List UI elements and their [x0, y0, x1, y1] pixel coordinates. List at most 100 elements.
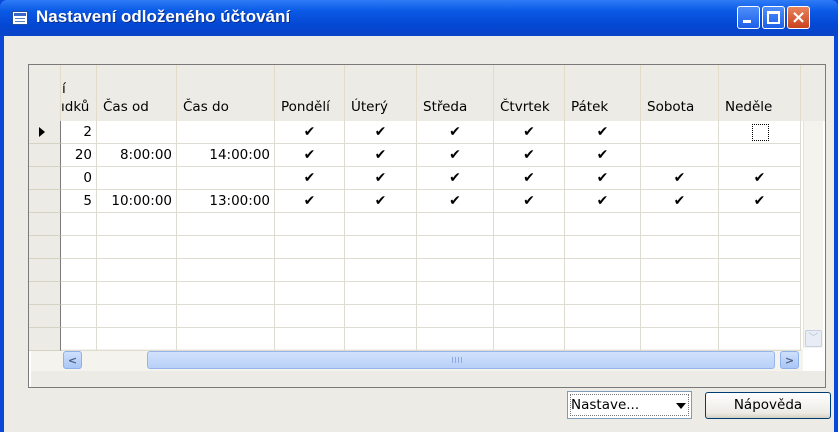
cell-wed[interactable]: [417, 328, 494, 351]
cell-tue[interactable]: [345, 282, 417, 305]
cell-wed[interactable]: ✔: [417, 121, 494, 144]
cell-time_from[interactable]: [97, 121, 177, 144]
cell-thu[interactable]: ✔: [494, 190, 565, 213]
cell-thu[interactable]: ✔: [494, 121, 565, 144]
minimize-button[interactable]: [737, 6, 760, 29]
cell-thu[interactable]: [494, 305, 565, 328]
cell-time_from[interactable]: [97, 167, 177, 190]
maximize-button[interactable]: [762, 6, 785, 29]
cell-time_to[interactable]: [177, 167, 275, 190]
cell-time_from[interactable]: [97, 213, 177, 236]
column-header-thu[interactable]: Čtvrtek: [494, 65, 565, 121]
scroll-down-icon[interactable]: ﹀: [805, 330, 822, 347]
cell-fri[interactable]: ✔: [565, 190, 641, 213]
cell-mon[interactable]: [275, 282, 345, 305]
cell-sat[interactable]: [641, 328, 719, 351]
cell-rows[interactable]: 5: [61, 190, 97, 213]
cell-time_to[interactable]: [177, 236, 275, 259]
cell-rows[interactable]: 20: [61, 144, 97, 167]
cell-thu[interactable]: [494, 213, 565, 236]
cell-rows[interactable]: [61, 259, 97, 282]
cell-sun[interactable]: [719, 328, 801, 351]
cell-thu[interactable]: [494, 328, 565, 351]
column-header-sun[interactable]: Neděle: [719, 65, 801, 121]
cell-fri[interactable]: [565, 259, 641, 282]
cell-sat[interactable]: [641, 259, 719, 282]
row-selector[interactable]: [29, 190, 61, 213]
cell-fri[interactable]: [565, 213, 641, 236]
cell-tue[interactable]: [345, 259, 417, 282]
cell-sat[interactable]: [641, 305, 719, 328]
cell-fri[interactable]: ✔: [565, 144, 641, 167]
cell-mon[interactable]: ✔: [275, 121, 345, 144]
cell-sat[interactable]: ✔: [641, 190, 719, 213]
scroll-left-button[interactable]: <: [63, 351, 82, 369]
vertical-scrollbar[interactable]: ︿ ﹀: [803, 88, 823, 348]
cell-tue[interactable]: [345, 213, 417, 236]
column-header-time_from[interactable]: Čas od: [97, 65, 177, 121]
cell-sun[interactable]: [719, 213, 801, 236]
cell-time_to[interactable]: [177, 328, 275, 351]
row-selector[interactable]: [29, 167, 61, 190]
cell-fri[interactable]: [565, 282, 641, 305]
cell-sun[interactable]: ✔: [719, 190, 801, 213]
cell-wed[interactable]: [417, 236, 494, 259]
cell-tue[interactable]: [345, 236, 417, 259]
title-bar[interactable]: Nastavení odloženého účtování ×: [0, 0, 838, 36]
cell-mon[interactable]: [275, 259, 345, 282]
cell-sun[interactable]: [719, 144, 801, 167]
column-header-rows[interactable]: í ıdků: [61, 65, 97, 121]
cell-time_to[interactable]: [177, 282, 275, 305]
cell-rows[interactable]: 2: [61, 121, 97, 144]
cell-mon[interactable]: ✔: [275, 190, 345, 213]
cell-thu[interactable]: [494, 259, 565, 282]
cell-wed[interactable]: ✔: [417, 144, 494, 167]
cell-tue[interactable]: ✔: [345, 144, 417, 167]
cell-time_to[interactable]: [177, 121, 275, 144]
cell-tue[interactable]: ✔: [345, 167, 417, 190]
cell-sat[interactable]: [641, 144, 719, 167]
cell-fri[interactable]: [565, 236, 641, 259]
row-selector[interactable]: [29, 282, 61, 305]
cell-mon[interactable]: [275, 213, 345, 236]
cell-time_from[interactable]: [97, 236, 177, 259]
cell-time_from[interactable]: 8:00:00: [97, 144, 177, 167]
row-selector[interactable]: [29, 236, 61, 259]
cell-rows[interactable]: 0: [61, 167, 97, 190]
cell-wed[interactable]: [417, 259, 494, 282]
cell-tue[interactable]: [345, 328, 417, 351]
cell-sun[interactable]: [719, 121, 801, 144]
cell-sat[interactable]: [641, 236, 719, 259]
cell-thu[interactable]: ✔: [494, 167, 565, 190]
cell-time_from[interactable]: [97, 305, 177, 328]
cell-time_to[interactable]: [177, 213, 275, 236]
close-button[interactable]: ×: [787, 6, 810, 29]
cell-wed[interactable]: ✔: [417, 190, 494, 213]
cell-time_from[interactable]: 10:00:00: [97, 190, 177, 213]
cell-sat[interactable]: [641, 282, 719, 305]
cell-rows[interactable]: [61, 305, 97, 328]
horizontal-scrollbar[interactable]: < >: [31, 349, 803, 371]
row-selector[interactable]: [29, 213, 61, 236]
cell-tue[interactable]: ✔: [345, 190, 417, 213]
cell-wed[interactable]: ✔: [417, 167, 494, 190]
column-header-wed[interactable]: Středa: [417, 65, 494, 121]
cell-fri[interactable]: [565, 328, 641, 351]
cell-sun[interactable]: [719, 259, 801, 282]
cell-time_to[interactable]: [177, 305, 275, 328]
column-header-tue[interactable]: Úterý: [345, 65, 417, 121]
cell-thu[interactable]: ✔: [494, 144, 565, 167]
cell-fri[interactable]: [565, 305, 641, 328]
column-header-sat[interactable]: Sobota: [641, 65, 719, 121]
cell-thu[interactable]: [494, 282, 565, 305]
cell-wed[interactable]: [417, 305, 494, 328]
cell-sun[interactable]: [719, 282, 801, 305]
help-button[interactable]: Nápověda: [705, 392, 831, 419]
cell-time_from[interactable]: [97, 328, 177, 351]
row-selector[interactable]: [29, 121, 61, 144]
cell-sat[interactable]: ✔: [641, 167, 719, 190]
cell-rows[interactable]: [61, 236, 97, 259]
cell-sun[interactable]: ✔: [719, 167, 801, 190]
row-selector[interactable]: [29, 259, 61, 282]
cell-mon[interactable]: [275, 328, 345, 351]
